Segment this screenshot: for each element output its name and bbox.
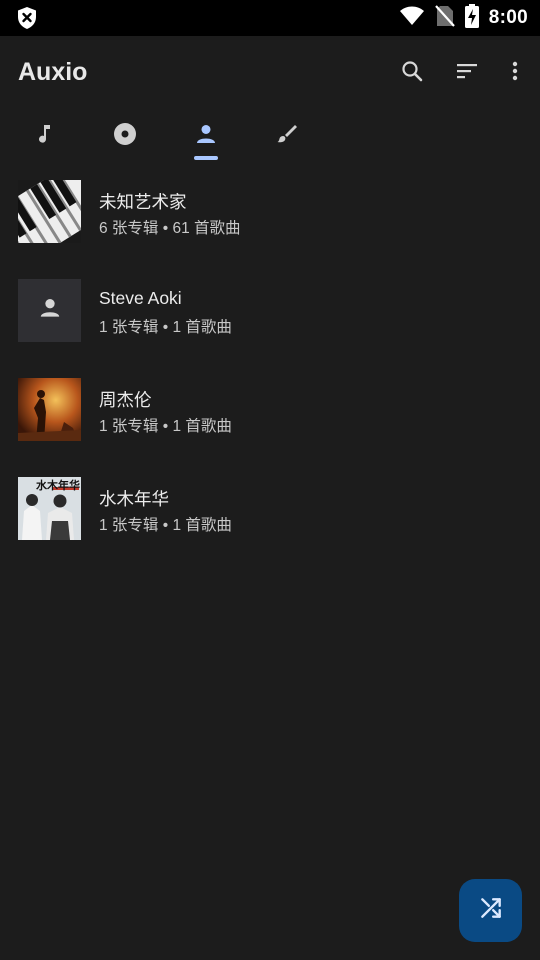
list-item[interactable]: 周杰伦 1 张专辑 • 1 首歌曲 — [0, 368, 540, 467]
album-cover-text: 水木年华 — [36, 480, 80, 492]
artist-name: Steve Aoki — [99, 288, 182, 308]
artist-list: 未知艺术家 6 张专辑 • 61 首歌曲 Steve Aoki 1 张专辑 • … — [0, 170, 540, 566]
status-bar: 8:00 — [0, 0, 540, 36]
no-sim-icon — [434, 4, 455, 32]
artist-name: 周杰伦 — [99, 390, 152, 410]
artist-info: 6 张专辑 • 61 首歌曲 — [99, 220, 241, 237]
tab-bar — [0, 110, 540, 162]
more-vert-icon[interactable] — [502, 58, 528, 84]
artist-image — [18, 180, 81, 243]
music-note-icon — [32, 122, 56, 151]
artist-info: 1 张专辑 • 1 首歌曲 — [99, 418, 232, 435]
app-bar: Auxio — [0, 36, 540, 110]
shuffle-button[interactable] — [459, 879, 522, 942]
artist-name: 水木年华 — [99, 489, 169, 509]
status-time: 8:00 — [488, 7, 528, 28]
battery-charging-icon — [464, 3, 479, 33]
album-icon — [112, 121, 138, 152]
shuffle-icon — [478, 895, 504, 926]
tab-genres[interactable] — [259, 110, 315, 162]
sort-icon[interactable] — [454, 58, 480, 84]
list-item[interactable]: 水木年华 水木年华 1 张专辑 • 1 首歌曲 — [0, 467, 540, 566]
brush-icon — [275, 122, 299, 151]
artist-info: 1 张专辑 • 1 首歌曲 — [99, 319, 232, 336]
shield-x-icon — [16, 6, 38, 30]
tab-songs[interactable] — [16, 110, 72, 162]
tab-albums[interactable] — [97, 110, 153, 162]
list-item[interactable]: 未知艺术家 6 张专辑 • 61 首歌曲 — [0, 170, 540, 269]
wifi-icon — [399, 6, 425, 31]
list-item[interactable]: Steve Aoki 1 张专辑 • 1 首歌曲 — [0, 269, 540, 368]
person-icon — [194, 122, 218, 151]
artist-image: 水木年华 — [18, 477, 81, 540]
search-icon[interactable] — [399, 58, 425, 84]
artist-image — [18, 279, 81, 342]
tab-indicator — [194, 156, 218, 160]
tab-artists[interactable] — [178, 110, 234, 162]
artist-name: 未知艺术家 — [99, 192, 187, 212]
app-title: Auxio — [18, 58, 88, 86]
artist-image — [18, 378, 81, 441]
person-placeholder-icon — [37, 295, 63, 326]
artist-info: 1 张专辑 • 1 首歌曲 — [99, 517, 232, 534]
